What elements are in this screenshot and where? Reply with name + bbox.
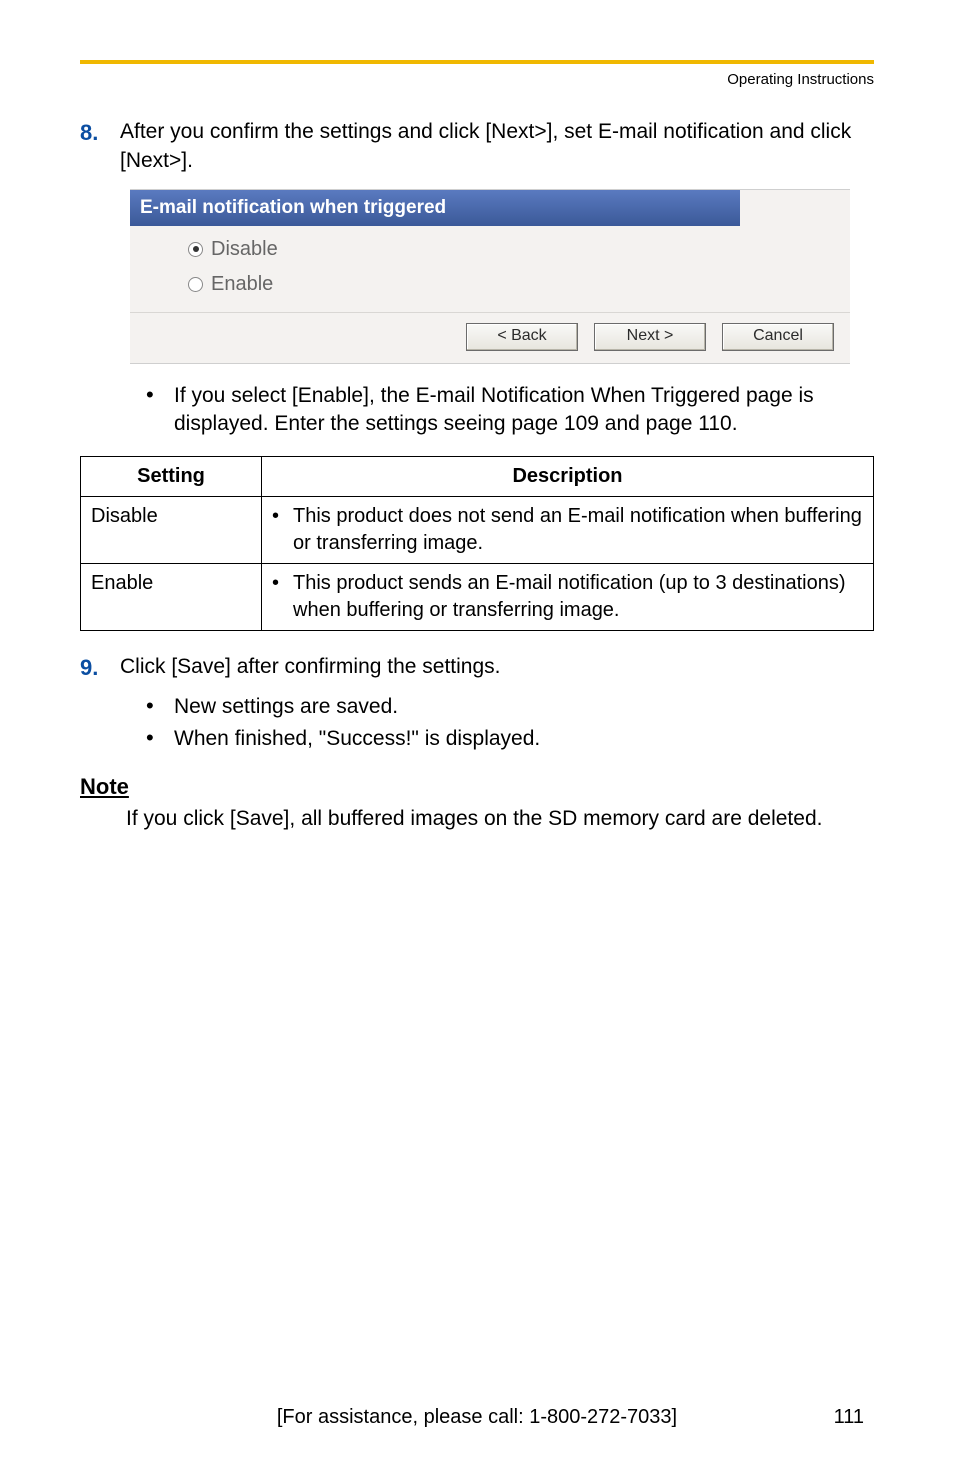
radio-unchecked-icon — [188, 277, 203, 292]
radio-option-enable[interactable]: Enable — [188, 267, 850, 302]
step-8-note-item: If you select [Enable], the E-mail Notif… — [140, 382, 874, 439]
step-9-text: Click [Save] after confirming the settin… — [120, 653, 874, 681]
running-title: Operating Instructions — [80, 70, 874, 90]
page-footer: [For assistance, please call: 1-800-272-… — [0, 1404, 954, 1431]
step-8-number: 8. — [80, 118, 120, 148]
radio-enable-label: Enable — [211, 271, 273, 298]
page-header: Operating Instructions — [80, 60, 874, 90]
email-notification-panel-figure: E-mail notification when triggered Disab… — [130, 189, 874, 364]
step-9-sub-item: When finished, "Success!" is displayed. — [140, 725, 874, 753]
step-8: 8. After you confirm the settings and cl… — [80, 118, 874, 175]
note-body: If you click [Save], all buffered images… — [126, 805, 874, 833]
table-cell-description: • This product does not send an E-mail n… — [262, 497, 874, 564]
bullet-icon: • — [272, 570, 279, 624]
step-9-sub-item: New settings are saved. — [140, 693, 874, 721]
back-button[interactable]: < Back — [466, 323, 578, 351]
table-header-description: Description — [262, 457, 874, 497]
table-cell-setting: Disable — [81, 497, 262, 564]
step-9-number: 9. — [80, 653, 120, 683]
footer-page-number: 111 — [834, 1404, 864, 1431]
radio-checked-icon — [188, 242, 203, 257]
table-cell-description: • This product sends an E-mail notificat… — [262, 564, 874, 631]
cancel-button[interactable]: Cancel — [722, 323, 834, 351]
table-cell-desc-text: This product does not send an E-mail not… — [293, 503, 863, 557]
next-button[interactable]: Next > — [594, 323, 706, 351]
panel-title: E-mail notification when triggered — [130, 190, 740, 226]
step-8-note-list: If you select [Enable], the E-mail Notif… — [140, 382, 874, 439]
radio-option-disable[interactable]: Disable — [188, 232, 850, 267]
table-row: Disable • This product does not send an … — [81, 497, 874, 564]
table-header-setting: Setting — [81, 457, 262, 497]
radio-disable-label: Disable — [211, 236, 278, 263]
step-8-text: After you confirm the settings and click… — [120, 118, 874, 175]
bullet-icon: • — [272, 503, 279, 557]
settings-table: Setting Description Disable • This produ… — [80, 456, 874, 631]
footer-assist: [For assistance, please call: 1-800-272-… — [277, 1406, 677, 1428]
step-9: 9. Click [Save] after confirming the set… — [80, 653, 874, 683]
note-heading: Note — [80, 772, 874, 802]
table-row: Enable • This product sends an E-mail no… — [81, 564, 874, 631]
table-cell-setting: Enable — [81, 564, 262, 631]
step-9-sublist: New settings are saved. When finished, "… — [140, 693, 874, 754]
table-cell-desc-text: This product sends an E-mail notificatio… — [293, 570, 863, 624]
